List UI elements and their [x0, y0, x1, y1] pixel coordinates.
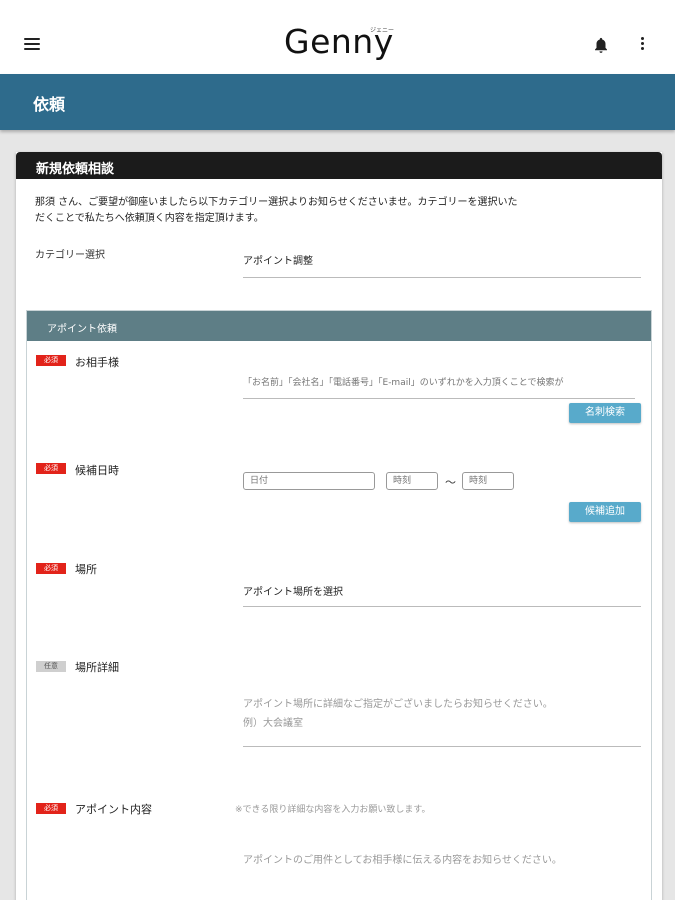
appointment-content-placeholder: アポイントのご用件としてお相手様に伝える内容をお知らせください。: [243, 855, 562, 866]
appointment-content-textarea[interactable]: アポイントのご用件としてお相手様に伝える内容をお知らせください。: [243, 851, 641, 900]
category-select[interactable]: アポイント調整: [243, 252, 641, 278]
top-app-bar: Genny ジェニー: [0, 0, 675, 74]
section-title: アポイント依頼: [27, 311, 651, 341]
category-label: カテゴリー選択: [35, 250, 105, 261]
required-badge: 必須: [36, 803, 66, 814]
place-detail-label: 場所詳細: [75, 661, 119, 674]
date-input[interactable]: [243, 472, 375, 490]
time-to-input[interactable]: [462, 472, 514, 490]
required-badge: 必須: [36, 355, 66, 366]
time-from-input[interactable]: [386, 472, 438, 490]
partner-label: お相手様: [75, 356, 119, 369]
bell-icon[interactable]: [592, 36, 610, 54]
intro-text: 那須 さん、ご要望が御座いましたら以下カテゴリー選択よりお知らせくださいませ。カ…: [35, 195, 635, 227]
page-title: 依頼: [33, 95, 66, 114]
place-select[interactable]: アポイント場所を選択: [243, 583, 641, 607]
required-badge: 必須: [36, 563, 66, 574]
page-header: 依頼: [0, 74, 675, 130]
business-card-search-button[interactable]: 名刺検索: [569, 403, 641, 423]
place-detail-placeholder-2: 例）大会議室: [243, 718, 303, 729]
hamburger-menu-icon[interactable]: [24, 38, 40, 50]
card-title: 新規依頼相談: [16, 152, 662, 179]
logo-ruby-text: ジェニー: [370, 27, 395, 34]
intro-line-2: だくことで私たちへ依頼頂く内容を指定頂けます。: [35, 213, 264, 224]
optional-badge: 任意: [36, 661, 66, 672]
more-options-icon[interactable]: [638, 37, 646, 53]
appointment-request-section: アポイント依頼 必須 お相手様 名刺検索 必須 候補日時 〜 候補追加 必須 場…: [26, 310, 652, 900]
place-detail-textarea[interactable]: アポイント場所に詳細なご指定がございましたらお知らせください。 例）大会議室: [243, 695, 641, 747]
partner-search-input[interactable]: [243, 367, 635, 399]
place-detail-placeholder-1: アポイント場所に詳細なご指定がございましたらお知らせください。: [243, 699, 553, 710]
required-badge: 必須: [36, 463, 66, 474]
place-label: 場所: [75, 563, 97, 576]
intro-line-1: 那須 さん、ご要望が御座いましたら以下カテゴリー選択よりお知らせくださいませ。カ…: [35, 197, 518, 208]
time-range-separator: 〜: [445, 476, 456, 489]
datetime-label: 候補日時: [75, 464, 119, 477]
new-request-card: 新規依頼相談 那須 さん、ご要望が御座いましたら以下カテゴリー選択よりお知らせく…: [16, 152, 662, 900]
content-note: ※できる限り詳細な内容を入力お願い致します。: [235, 805, 431, 815]
appointment-content-label: アポイント内容: [75, 803, 152, 816]
add-candidate-button[interactable]: 候補追加: [569, 502, 641, 522]
